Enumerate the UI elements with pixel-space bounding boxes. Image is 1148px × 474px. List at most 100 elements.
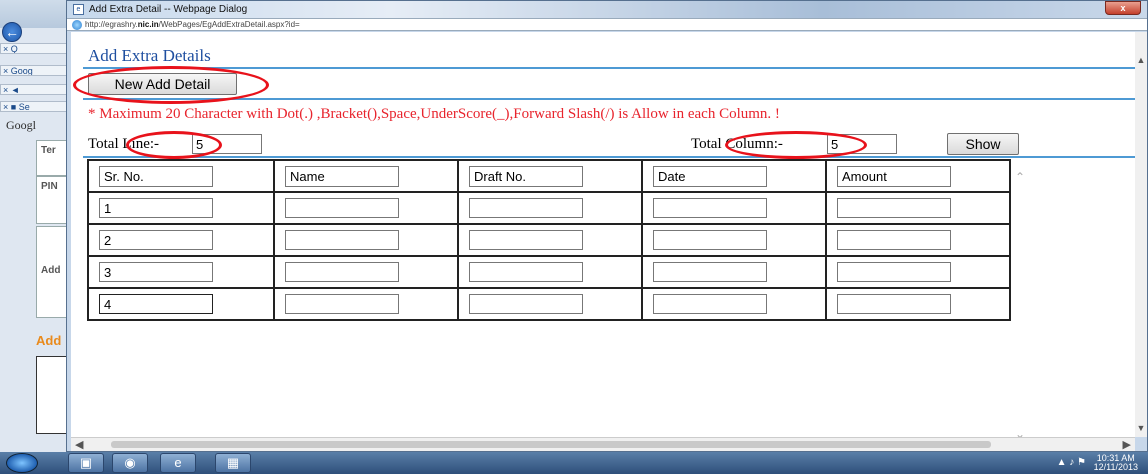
header-input-date[interactable] — [653, 165, 767, 187]
total-column-input[interactable] — [827, 134, 897, 154]
bg-tab-search[interactable]: × Q — [0, 43, 70, 54]
row-input-date[interactable] — [653, 262, 767, 282]
total-column-label: Total Column:- — [691, 136, 783, 152]
dialog-title: Add Extra Detail -- Webpage Dialog — [89, 4, 248, 15]
table-row — [87, 191, 1011, 225]
grid-cell — [641, 159, 827, 193]
close-button[interactable]: x — [1105, 1, 1141, 15]
row-input-amount[interactable] — [837, 262, 951, 282]
grid-cell — [825, 223, 1011, 257]
dialog-url: http://egrashry.nic.in/WebPages/EgAddExt… — [85, 20, 300, 29]
tray-icons[interactable]: ▲ ♪ ⚑ — [1057, 457, 1086, 468]
table-row — [87, 287, 1011, 321]
row-input-name[interactable] — [285, 198, 399, 218]
grid-cell — [273, 159, 459, 193]
grid-cell — [87, 223, 275, 257]
inner-scroll-up-icon[interactable]: ⌃ — [1015, 170, 1025, 184]
row-input-sr-no[interactable] — [99, 230, 213, 250]
header-input-sr-no[interactable] — [99, 165, 213, 187]
grid-cell — [273, 255, 459, 289]
webpage-dialog: e Add Extra Detail -- Webpage Dialog x h… — [66, 0, 1148, 452]
screen: ← × Q × Goog × ◄ × ■ Se Googl Ter PIN Ad… — [0, 0, 1148, 474]
row-input-date[interactable] — [653, 230, 767, 250]
row-input-name[interactable] — [285, 262, 399, 282]
row-input-draft-no[interactable] — [469, 262, 583, 282]
bg-tab-arrow[interactable]: × ◄ — [0, 84, 70, 95]
scroll-down-icon[interactable]: ▼ — [1135, 422, 1147, 434]
bg-tab-google[interactable]: × Goog — [0, 65, 70, 76]
clock[interactable]: 10:31 AM 12/11/2013 — [1094, 454, 1138, 472]
row-input-draft-no[interactable] — [469, 294, 583, 314]
page-title: Add Extra Details — [88, 46, 211, 65]
grid-divider — [83, 156, 1135, 158]
total-line-input[interactable] — [192, 134, 262, 154]
top-divider — [83, 67, 1135, 69]
grid-cell — [273, 287, 459, 321]
taskbar: ▣ ◉ e ▦ ▲ ♪ ⚑ 10:31 AM 12/11/2013 — [0, 452, 1148, 474]
grid-cell — [825, 255, 1011, 289]
bg-add-heading: Add — [36, 333, 62, 348]
table-row — [87, 223, 1011, 257]
horizontal-scrollbar[interactable]: ◀ ▶ — [71, 437, 1135, 451]
bg-panel-pin: PIN — [36, 176, 70, 224]
bg-google-label: Googl — [6, 118, 36, 132]
ie-page-icon: e — [73, 4, 84, 15]
back-arrow-icon[interactable]: ← — [2, 22, 22, 42]
dialog-titlebar[interactable]: e Add Extra Detail -- Webpage Dialog x — [67, 1, 1147, 18]
scroll-right-icon[interactable]: ▶ — [1123, 438, 1131, 451]
row-input-draft-no[interactable] — [469, 230, 583, 250]
grid-cell — [825, 287, 1011, 321]
grid-cell — [641, 223, 827, 257]
header-input-name[interactable] — [285, 165, 399, 187]
row-input-draft-no[interactable] — [469, 198, 583, 218]
grid-cell — [457, 287, 643, 321]
grid-cell — [825, 159, 1011, 193]
grid-cell — [641, 255, 827, 289]
bg-panel-add: Add — [36, 226, 70, 318]
grid-cell — [87, 191, 275, 225]
grid-cell — [641, 287, 827, 321]
row-input-name[interactable] — [285, 294, 399, 314]
header-input-amount[interactable] — [837, 165, 951, 187]
globe-icon — [72, 20, 82, 30]
row-input-date[interactable] — [653, 294, 767, 314]
bg-panel-ter: Ter — [36, 140, 70, 176]
row-input-sr-no[interactable] — [99, 198, 213, 218]
character-notice: * Maximum 20 Character with Dot(.) ,Brac… — [88, 106, 780, 122]
folder-icon[interactable]: ▣ — [68, 453, 104, 473]
vertical-scrollbar[interactable]: ▲ ▼ — [1135, 32, 1147, 437]
scroll-left-icon[interactable]: ◀ — [75, 438, 83, 451]
row-input-sr-no[interactable] — [99, 294, 213, 314]
mid-divider — [83, 98, 1135, 100]
scroll-up-icon[interactable]: ▲ — [1135, 54, 1147, 66]
grid-cell — [457, 223, 643, 257]
grid-cell — [457, 159, 643, 193]
grid-cell — [87, 255, 275, 289]
media-player-icon[interactable]: ◉ — [112, 453, 148, 473]
grid-cell — [273, 191, 459, 225]
internet-explorer-icon[interactable]: e — [160, 453, 196, 473]
clock-date: 12/11/2013 — [1093, 462, 1138, 472]
new-add-detail-button[interactable]: New Add Detail — [88, 73, 237, 95]
grid-header-row — [87, 159, 1011, 193]
show-button[interactable]: Show — [947, 133, 1019, 155]
total-line-label: Total Line:- — [88, 136, 160, 152]
address-bar: http://egrashry.nic.in/WebPages/EgAddExt… — [67, 18, 1147, 31]
row-input-amount[interactable] — [837, 230, 951, 250]
grid-cell — [825, 191, 1011, 225]
row-input-amount[interactable] — [837, 198, 951, 218]
windows-start-icon[interactable] — [6, 453, 38, 473]
header-input-draft-no[interactable] — [469, 165, 583, 187]
dialog-content: Add Extra Details New Add Detail * Maxim… — [71, 32, 1135, 439]
horizontal-scroll-thumb[interactable] — [111, 441, 991, 448]
row-input-date[interactable] — [653, 198, 767, 218]
grid-cell — [457, 255, 643, 289]
grid-cell — [87, 287, 275, 321]
bg-tab-shield[interactable]: × ■ Se — [0, 101, 70, 112]
grid-cell — [641, 191, 827, 225]
grid-cell — [457, 191, 643, 225]
app-window-icon[interactable]: ▦ — [215, 453, 251, 473]
row-input-sr-no[interactable] — [99, 262, 213, 282]
row-input-amount[interactable] — [837, 294, 951, 314]
row-input-name[interactable] — [285, 230, 399, 250]
